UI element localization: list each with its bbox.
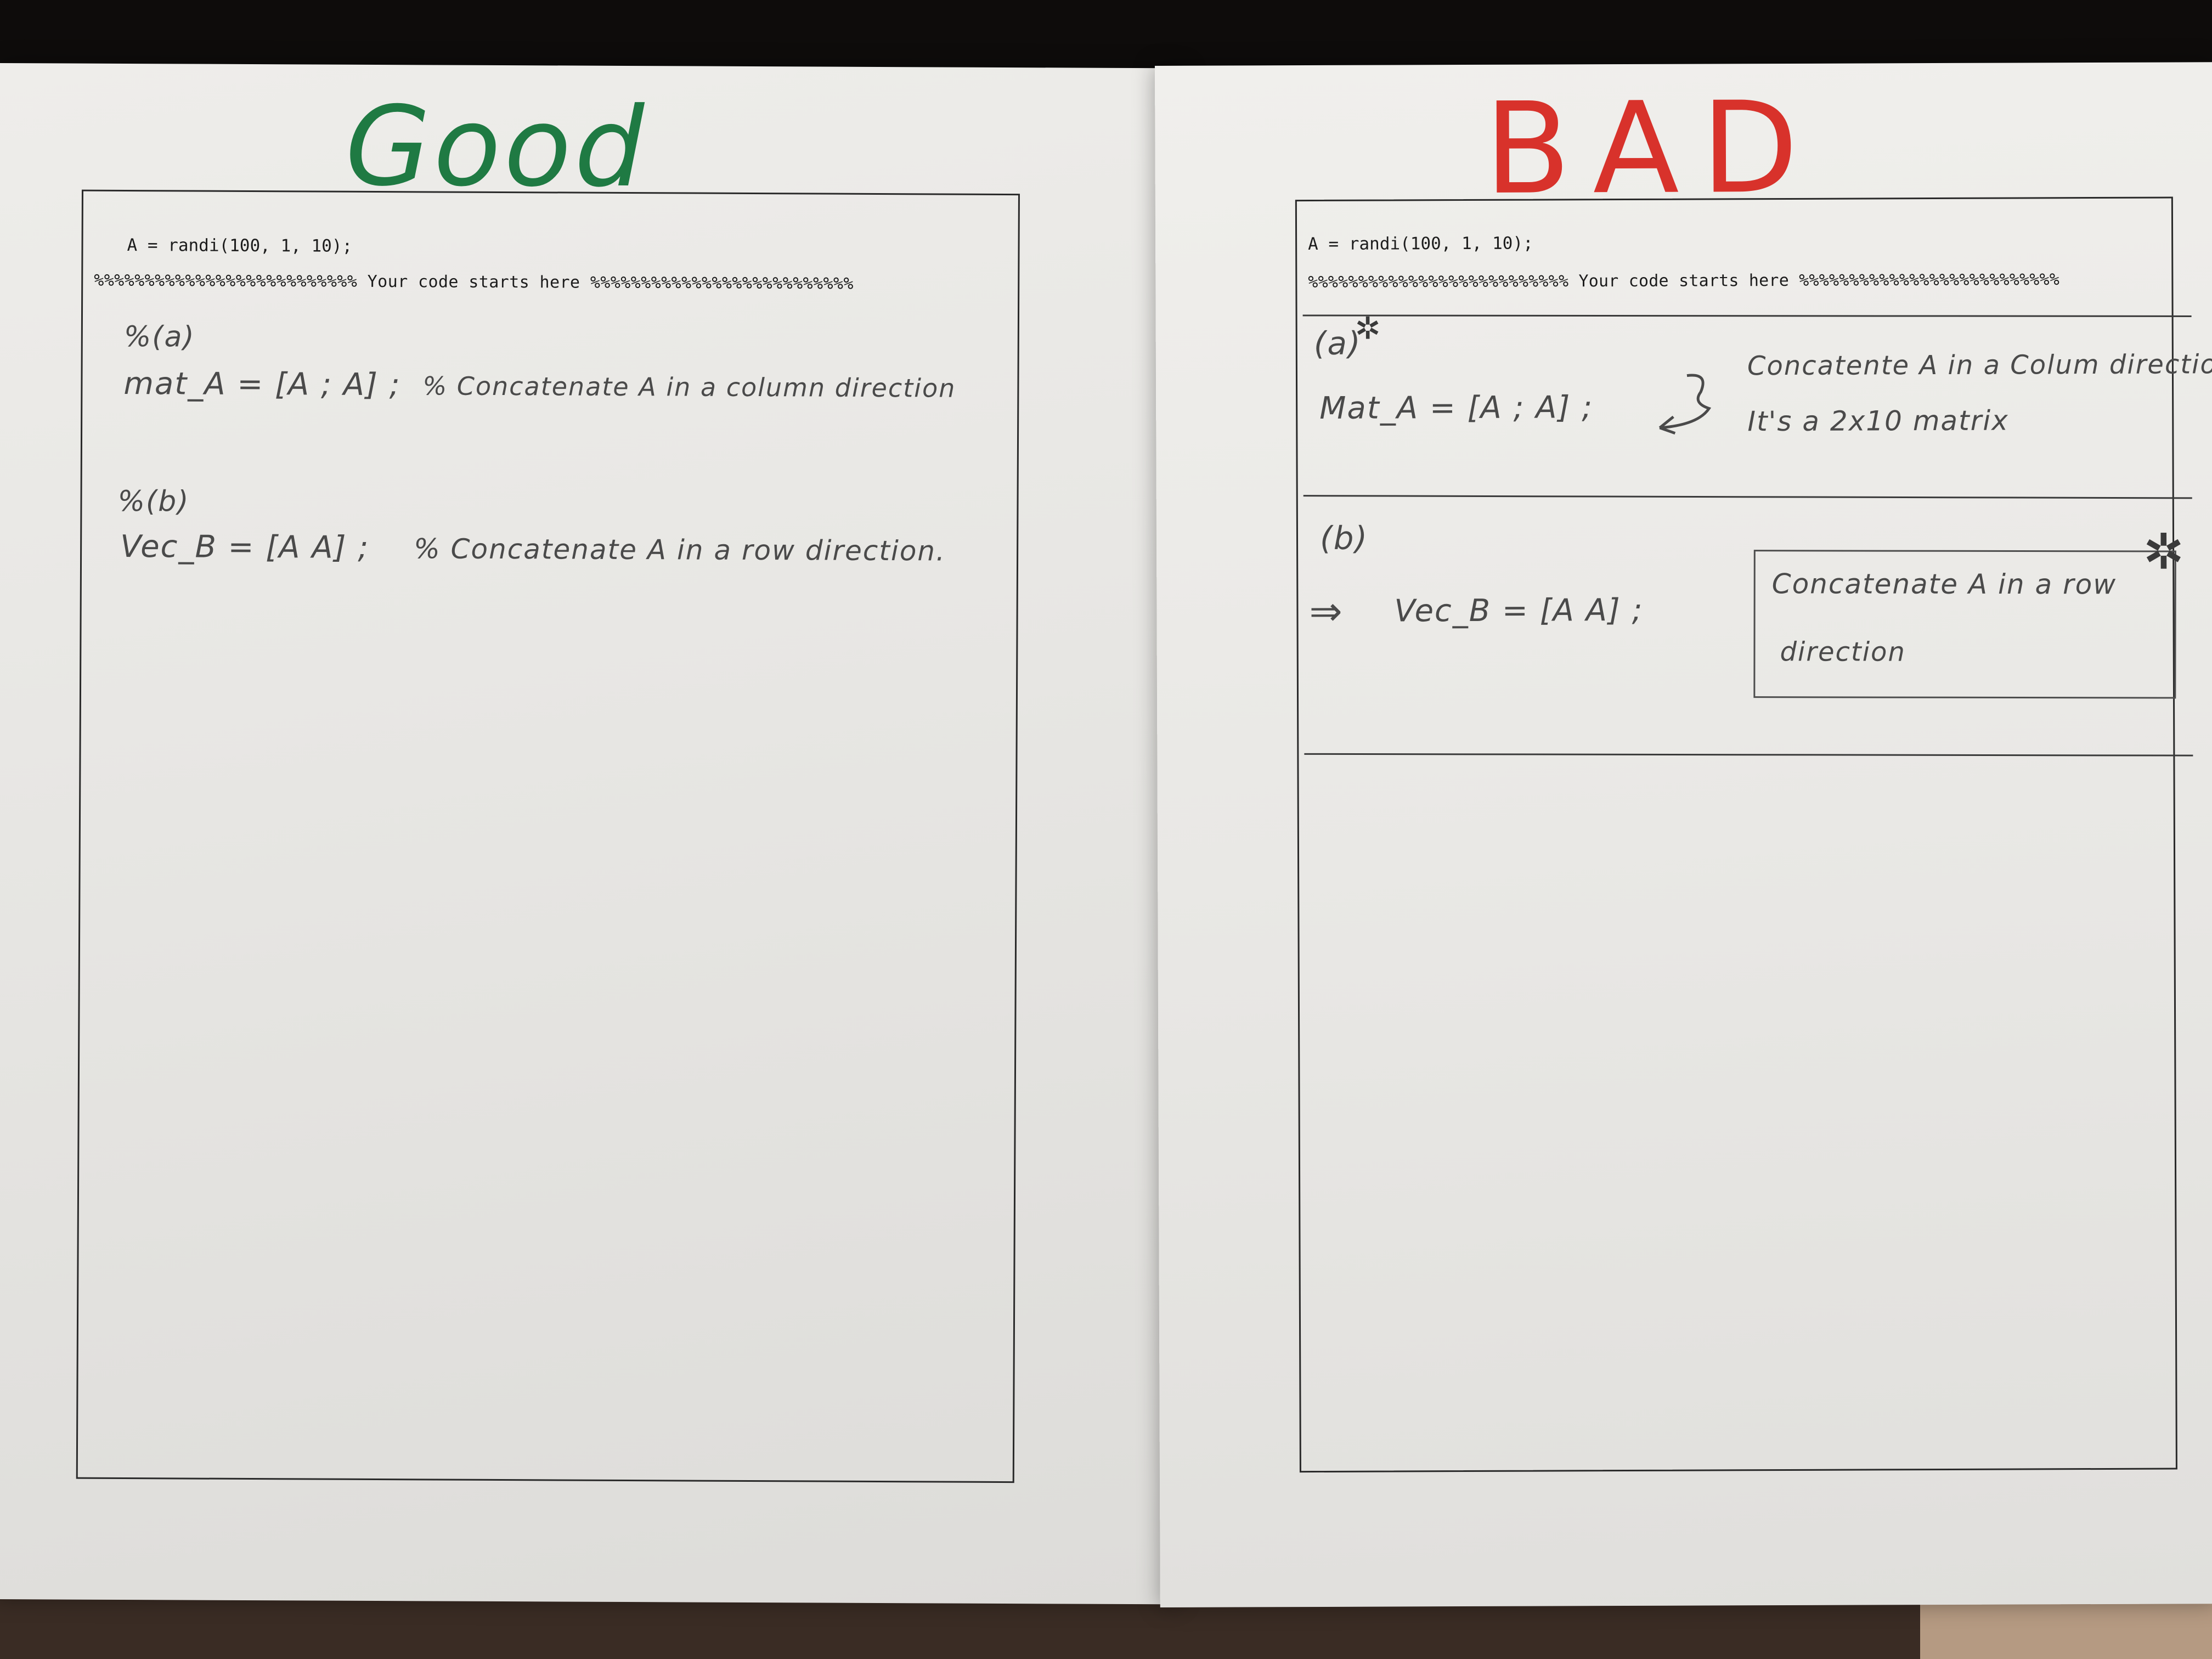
divider-line-1 — [1302, 314, 2192, 317]
star-doodle-icon: ✲ — [2142, 523, 2185, 581]
part-b-code: Vec_B = [A A] ; — [1394, 592, 1644, 629]
part-b-label: %(b) — [117, 484, 190, 518]
good-example-sheet: Good A = randi(100, 1, 10); %%%%%%%%%%%%… — [0, 63, 1185, 1605]
part-a-comment: % Concatenate A in a column direction — [422, 371, 956, 403]
part-a-label: (a) — [1313, 324, 1362, 362]
part-a-note-line1: Concatente A in a Colum direction — [1747, 349, 2212, 382]
part-b-note-box: Concatenate A in a row direction — [1753, 550, 2176, 699]
bad-heading: BAD — [1484, 75, 1821, 223]
good-heading: Good — [345, 82, 648, 212]
setup-code-line: A = randi(100, 1, 10); — [127, 235, 353, 256]
part-b-label: (b) — [1319, 519, 1369, 557]
divider-line-3 — [1304, 753, 2193, 757]
part-a-code: Mat_A = [A ; A] ; — [1319, 390, 1594, 426]
star-doodle-icon: ✲ — [1355, 311, 1381, 347]
photo-scene: Good A = randi(100, 1, 10); %%%%%%%%%%%%… — [0, 0, 2212, 1659]
part-b-note-line1: Concatenate A in a row — [1771, 568, 2117, 601]
double-arrow-icon: ⇒ — [1309, 588, 1344, 635]
part-b-code: Vec_B = [A A] ; — [120, 528, 370, 566]
part-a-note-line2: It's a 2x10 matrix — [1747, 404, 2009, 438]
bad-example-sheet: BAD A = randi(100, 1, 10); %%%%%%%%%%%%%… — [1155, 62, 2212, 1607]
part-a-label: %(a) — [123, 320, 195, 354]
part-b-note-line2: direction — [1780, 636, 1906, 668]
code-start-banner: %%%%%%%%%%%%%%%%%%%%%%%%%% Your code sta… — [1308, 270, 2060, 292]
curly-arrow-icon — [1658, 374, 1712, 435]
part-b-comment: % Concatenate A in a row direction. — [414, 533, 946, 567]
divider-line-2 — [1303, 495, 2192, 499]
part-a-code: mat_A = [A ; A] ; — [123, 365, 401, 403]
setup-code-line: A = randi(100, 1, 10); — [1308, 233, 1533, 255]
code-frame-left: A = randi(100, 1, 10); %%%%%%%%%%%%%%%%%… — [76, 189, 1020, 1483]
code-frame-right: A = randi(100, 1, 10); %%%%%%%%%%%%%%%%%… — [1295, 196, 2212, 1473]
code-start-banner: %%%%%%%%%%%%%%%%%%%%%%%%%% Your code sta… — [94, 270, 854, 294]
